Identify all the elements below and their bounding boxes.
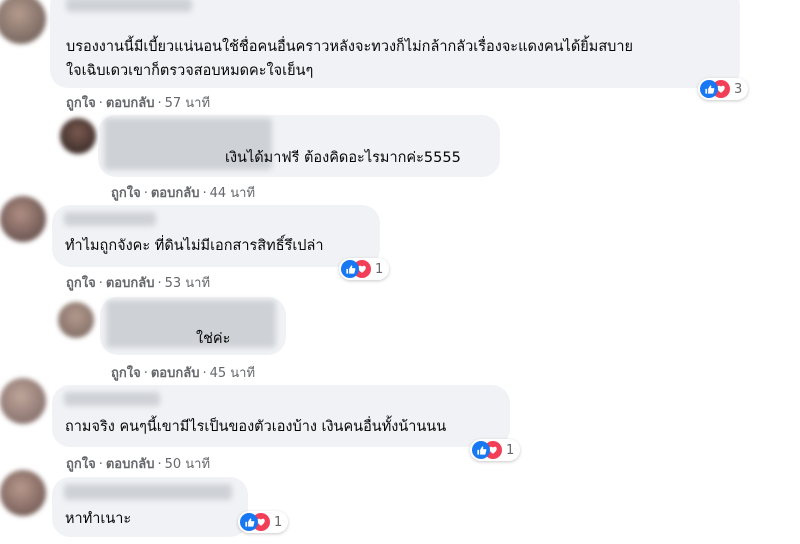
reaction-count: 1 <box>274 514 283 530</box>
comment-actions: ถูกใจ · ตอบกลับ · 45 นาที <box>111 366 256 381</box>
commenter-name[interactable] <box>64 484 232 500</box>
comment-text-line: ใช่ค่ะ <box>196 331 231 347</box>
thumbs-up-icon <box>472 441 490 459</box>
reaction-summary[interactable]: 3 <box>698 78 749 100</box>
comment-text-line: ถามจริง คนๆนี้เขามีไรเป็นของตัวเองบ้าง เ… <box>65 419 447 435</box>
thumbs-up-icon <box>240 513 258 531</box>
reaction-summary[interactable]: 1 <box>238 511 289 533</box>
commenter-avatar[interactable] <box>60 118 96 154</box>
commenter-avatar[interactable] <box>0 470 46 516</box>
commenter-avatar[interactable] <box>0 378 46 424</box>
commenter-avatar[interactable] <box>0 196 46 242</box>
comment-text-line: เงินได้มาฟรี ต้องคิดอะไรมากค่ะ5555 <box>225 150 461 166</box>
reply-link[interactable]: ตอบกลับ <box>106 96 155 111</box>
reaction-count: 1 <box>506 442 515 458</box>
like-link[interactable]: ถูกใจ <box>66 96 96 111</box>
like-link[interactable]: ถูกใจ <box>111 366 141 381</box>
comment-timestamp[interactable]: 45 นาที <box>210 366 255 381</box>
comment-text-line: บรองงานนี้มีเบี้ยวแน่นอนใช้ชื่อคนอื่นครา… <box>66 39 634 55</box>
comment-text-line: หาทำเนาะ <box>65 511 132 527</box>
comment-timestamp[interactable]: 44 นาที <box>210 186 255 201</box>
commenter-name[interactable] <box>66 0 192 12</box>
comment-text-line: ทำไมถูกจังคะ ที่ดินไม่มีเอกสารสิทธิ์รึเป… <box>65 238 324 254</box>
commenter-name[interactable] <box>106 300 276 348</box>
commenter-name[interactable] <box>64 392 160 406</box>
reaction-count: 3 <box>734 81 743 97</box>
commenter-avatar[interactable] <box>0 0 46 44</box>
comment-actions: ถูกใจ · ตอบกลับ · 53 นาที <box>66 276 211 291</box>
commenter-name[interactable] <box>64 212 156 226</box>
reply-link[interactable]: ตอบกลับ <box>151 366 200 381</box>
comment-actions: ถูกใจ · ตอบกลับ · 57 นาที <box>66 96 211 111</box>
like-link[interactable]: ถูกใจ <box>111 186 141 201</box>
reaction-count: 1 <box>375 261 384 277</box>
comment-timestamp[interactable]: 57 นาที <box>165 96 210 111</box>
like-link[interactable]: ถูกใจ <box>66 457 96 472</box>
thumbs-up-icon <box>341 260 359 278</box>
commenter-avatar[interactable] <box>58 302 94 338</box>
comment-actions: ถูกใจ · ตอบกลับ · 44 นาที <box>111 186 256 201</box>
reaction-summary[interactable]: 1 <box>470 439 521 461</box>
reply-link[interactable]: ตอบกลับ <box>106 276 155 291</box>
comment-text-line: ใจเฉิบเดวเขาก็ตรวจสอบหมดคะใจเย็นๆ <box>66 63 314 79</box>
reply-link[interactable]: ตอบกลับ <box>106 457 155 472</box>
comment-actions: ถูกใจ · ตอบกลับ · 50 นาที <box>66 457 211 472</box>
like-link[interactable]: ถูกใจ <box>66 276 96 291</box>
comment-timestamp[interactable]: 50 นาที <box>165 457 210 472</box>
reaction-summary[interactable]: 1 <box>339 258 390 280</box>
comment-timestamp[interactable]: 53 นาที <box>165 276 210 291</box>
thumbs-up-icon <box>700 80 718 98</box>
reply-link[interactable]: ตอบกลับ <box>151 186 200 201</box>
